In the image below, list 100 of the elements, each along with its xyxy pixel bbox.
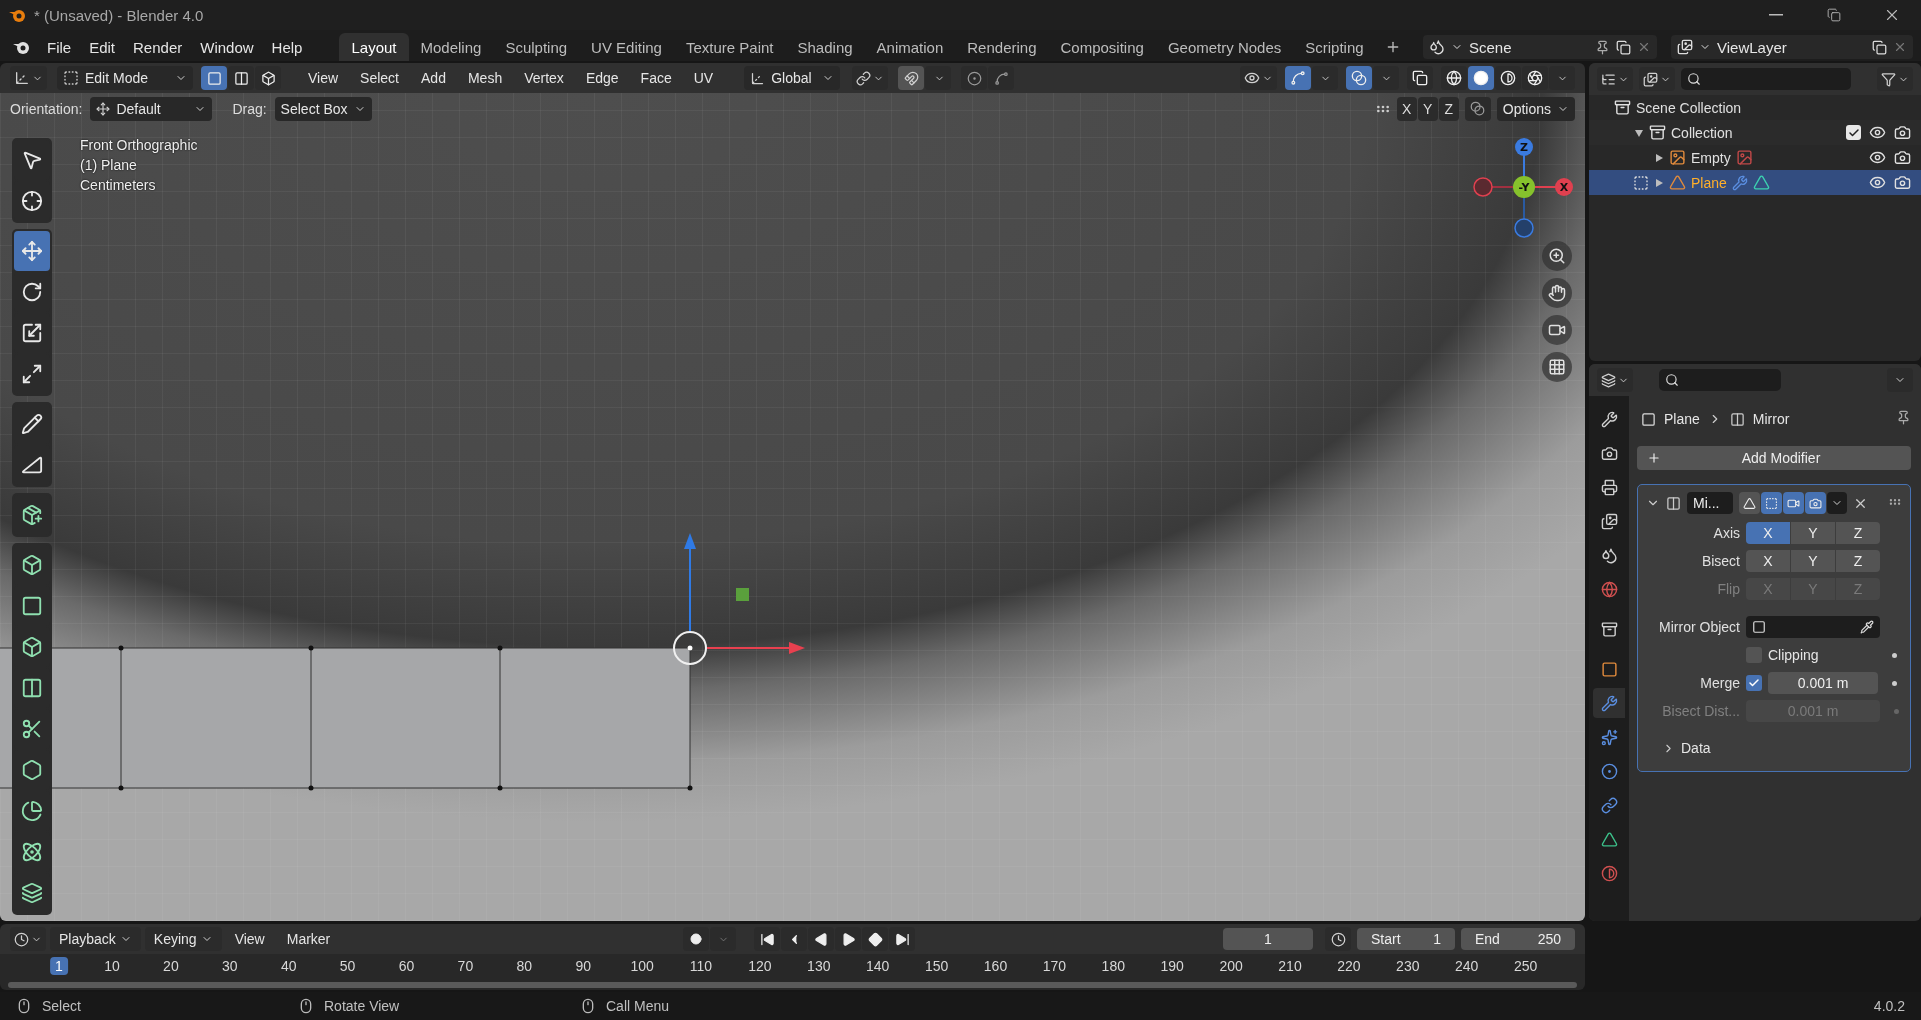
menu-item[interactable]: View — [299, 66, 348, 90]
item-label: Plane — [1691, 174, 1727, 191]
frame-number: 150 — [923, 957, 950, 975]
frame-number: 190 — [1159, 957, 1185, 975]
orientation-dropdown[interactable]: Global — [744, 66, 841, 90]
menu-item[interactable]: Vertex — [515, 66, 573, 90]
viewport-info-text: (1) Plane — [80, 157, 138, 173]
frame-number: 240 — [1454, 957, 1480, 975]
axis-toggle[interactable]: Z — [1836, 550, 1880, 572]
mirror-axis-toggle[interactable]: X — [1396, 96, 1417, 121]
property-label: Mirror Object — [1658, 619, 1740, 635]
frame-number: 60 — [397, 957, 416, 975]
axis-toggle[interactable]: X — [1746, 550, 1790, 572]
axis-toggle[interactable]: Z — [1836, 522, 1880, 544]
menu-item[interactable]: Render — [124, 33, 192, 61]
menu-item[interactable]: Marker — [277, 927, 340, 951]
options-dropdown[interactable]: Options — [1496, 96, 1575, 121]
status-hint: Call Menu — [606, 998, 670, 1014]
axis-toggle[interactable]: X — [1746, 522, 1790, 544]
frame-number: 160 — [982, 957, 1009, 975]
frame-ruler[interactable]: 1 10 20 30 40 50 60 70 80 90 100 110 120 130 140 150 160 170 180 190 200 210 220 230 240 250 — [0, 954, 1585, 980]
orientation-dropdown[interactable]: Default — [90, 96, 213, 121]
frame-number: 20 — [162, 957, 180, 975]
frame-number: 40 — [279, 957, 298, 975]
drag-label: Drag: — [232, 100, 267, 117]
frame-number: 10 — [103, 957, 121, 975]
window-title: * (Unsaved) - Blender 4.0 — [34, 6, 204, 24]
version-text: 4.0.2 — [1873, 998, 1905, 1014]
mirror-axis-toggle[interactable]: Y — [1417, 96, 1438, 121]
workspace-tab[interactable]: Modeling — [408, 33, 494, 61]
workspace-tab[interactable]: Layout — [339, 33, 409, 61]
menu-item[interactable]: Add — [412, 66, 455, 90]
frame-number: 180 — [1100, 957, 1126, 975]
workspace-tab[interactable]: Sculpting — [493, 33, 580, 61]
add-modifier-button[interactable]: Add Modifier — [1637, 446, 1911, 470]
menu-item[interactable]: Mesh — [458, 66, 512, 90]
modifier-name: Mirror — [1752, 411, 1790, 427]
menu-item[interactable]: UV — [684, 66, 723, 90]
outliner-row[interactable]: Plane — [1589, 170, 1921, 195]
axis-toggle[interactable]: Y — [1791, 550, 1835, 572]
frame-number: 80 — [515, 957, 534, 975]
end-frame-field[interactable]: End 250 — [1461, 928, 1575, 950]
field-value: 1 — [1433, 931, 1441, 947]
frame-number: 70 — [456, 957, 475, 975]
mirror-axis-toggle[interactable]: Z — [1438, 96, 1459, 121]
mode-dropdown[interactable]: Edit Mode — [57, 66, 193, 90]
data-subpanel[interactable]: Data — [1646, 735, 1902, 761]
menu-item[interactable]: Edge — [576, 66, 628, 90]
workspace-tab[interactable]: Compositing — [1048, 33, 1156, 61]
frame-number: 200 — [1218, 957, 1244, 975]
frame-number: 140 — [865, 957, 891, 975]
frame-number: 50 — [338, 957, 357, 975]
checkbox-label: Clipping — [1768, 647, 1820, 663]
workspace-tab[interactable]: UV Editing — [579, 33, 674, 61]
item-label: Scene Collection — [1636, 99, 1742, 116]
item-label: Collection — [1671, 124, 1733, 141]
object-name: Plane — [1664, 411, 1700, 427]
menu-item[interactable]: Playback — [50, 927, 141, 951]
workspace-tab[interactable]: Texture Paint — [673, 33, 786, 61]
orientation-label: Orientation: — [10, 100, 83, 117]
drag-dropdown[interactable]: Select Box — [274, 96, 372, 121]
menu-item[interactable]: Keying — [144, 927, 222, 951]
frame-number: 120 — [747, 957, 773, 975]
status-hint: Select — [42, 998, 81, 1014]
workspace-tab[interactable]: Shading — [785, 33, 865, 61]
menu-item[interactable]: Help — [262, 33, 312, 61]
frame-number: 220 — [1336, 957, 1362, 975]
property-label: Axis — [1712, 525, 1740, 541]
field-value: 250 — [1537, 931, 1561, 947]
axis-label: Z — [1520, 141, 1528, 154]
axis-label: X — [1559, 181, 1569, 194]
modifier-name-field[interactable]: Mi... — [1687, 492, 1733, 514]
menu-item[interactable]: Face — [631, 66, 681, 90]
item-label: Empty — [1691, 149, 1731, 166]
menu-item[interactable]: View — [225, 927, 274, 951]
workspace-tab[interactable]: Animation — [864, 33, 956, 61]
viewport-info-text: Front Orthographic — [80, 137, 198, 153]
current-frame-field[interactable]: 1 — [1223, 928, 1313, 950]
frame-number: 90 — [574, 957, 592, 975]
menu-item[interactable]: Select — [351, 66, 408, 90]
property-label: Merge — [1699, 675, 1740, 691]
menu-item[interactable]: Edit — [80, 33, 125, 61]
menu-item[interactable]: Window — [191, 33, 263, 61]
menu-item[interactable]: File — [38, 33, 81, 61]
workspace-tab[interactable]: Rendering — [955, 33, 1049, 61]
property-label: Bisect — [1700, 553, 1740, 569]
start-frame-field[interactable]: Start 1 — [1357, 928, 1455, 950]
scene-selector[interactable]: Scene — [1423, 35, 1657, 59]
workspace-tab[interactable]: Geometry Nodes — [1155, 33, 1294, 61]
field-label: Start — [1371, 931, 1401, 947]
frame-number: 250 — [1512, 957, 1539, 975]
viewport-info-text: Centimeters — [80, 177, 157, 193]
axis-label: -Y — [1518, 181, 1530, 194]
merge-distance-field[interactable]: 0.001 m — [1768, 672, 1878, 694]
workspace-tab[interactable]: Scripting — [1293, 33, 1376, 61]
frame-number: 1 — [50, 957, 68, 975]
frame-number: 230 — [1395, 957, 1421, 975]
view-layer-selector[interactable]: ViewLayer — [1671, 35, 1913, 59]
axis-toggle[interactable]: Y — [1791, 522, 1835, 544]
field-label: End — [1475, 931, 1500, 947]
